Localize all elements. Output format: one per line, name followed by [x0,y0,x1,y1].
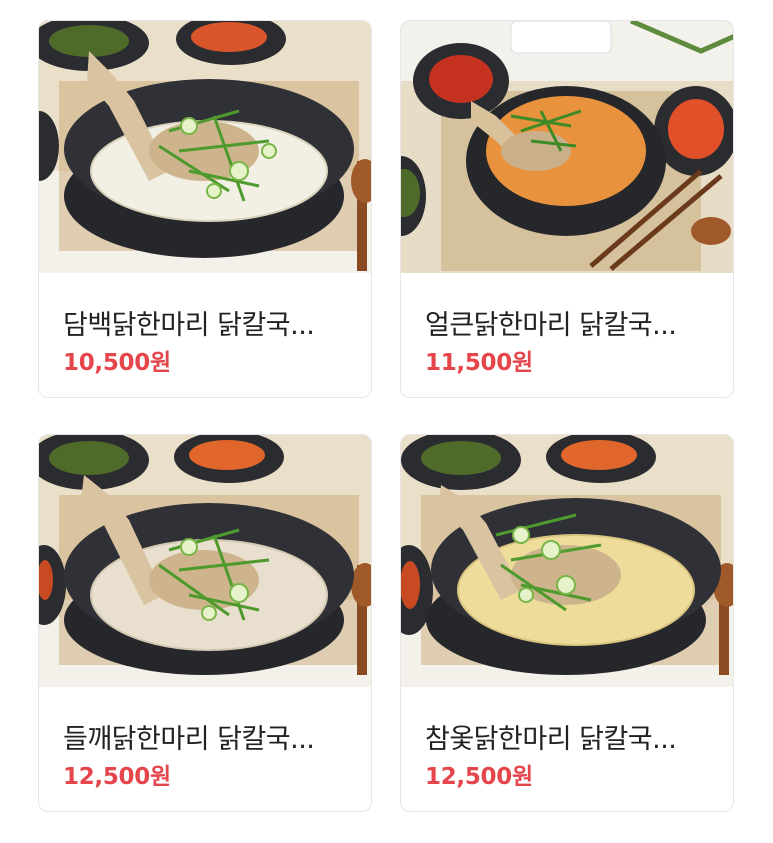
product-image[interactable] [39,21,371,273]
product-title[interactable]: 얼큰닭한마리 닭칼국... [425,303,725,342]
product-price: 12,500원 [63,764,171,790]
product-price: 10,500원 [63,350,171,376]
product-image[interactable] [401,435,733,687]
product-title[interactable]: 참옻닭한마리 닭칼국... [425,717,725,756]
food-photo-icon [39,21,371,273]
product-card[interactable]: 담백닭한마리 닭칼국... 10,500원 [38,20,372,398]
product-image[interactable] [39,435,371,687]
food-photo-icon [39,435,371,687]
product-card[interactable]: 들깨닭한마리 닭칼국... 12,500원 [38,434,372,812]
product-price: 11,500원 [425,350,533,376]
product-price: 12,500원 [425,764,533,790]
product-title[interactable]: 들깨닭한마리 닭칼국... [63,717,363,756]
food-photo-icon [401,435,733,687]
product-image[interactable] [401,21,733,273]
food-photo-icon [401,21,733,273]
product-card[interactable]: 얼큰닭한마리 닭칼국... 11,500원 [400,20,734,398]
product-title[interactable]: 담백닭한마리 닭칼국... [63,303,363,342]
product-card[interactable]: 참옻닭한마리 닭칼국... 12,500원 [400,434,734,812]
